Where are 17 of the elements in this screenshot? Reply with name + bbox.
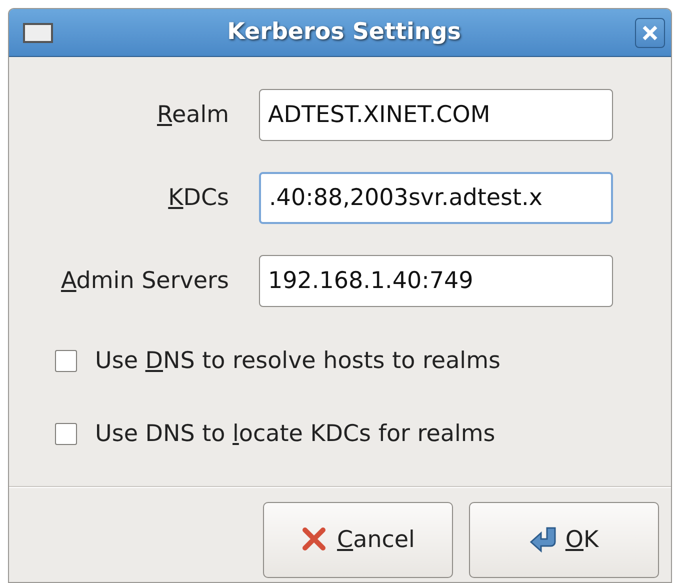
text-field[interactable]: .40:88,2003svr.adtest.x xyxy=(259,172,613,224)
field-label: KDCs xyxy=(168,184,229,213)
checkbox[interactable] xyxy=(55,423,77,445)
checkbox-label[interactable]: Use DNS to locate KDCs for realms xyxy=(95,416,496,452)
checkbox[interactable] xyxy=(55,350,77,372)
cancel-button[interactable]: Cancel xyxy=(263,502,453,578)
checkbox-label[interactable]: Use DNS to resolve hosts to realms xyxy=(95,344,500,378)
close-button[interactable] xyxy=(635,18,665,48)
text-field[interactable]: ADTEST.XINET.COM xyxy=(259,89,613,141)
ok-button[interactable]: OK xyxy=(469,502,659,578)
window-title: Kerberos Settings xyxy=(226,18,462,48)
field-label: Admin Servers xyxy=(60,266,229,296)
field-label: Realm xyxy=(157,100,229,130)
text-field[interactable]: 192.168.1.40:749 xyxy=(259,255,613,307)
return-arrow-icon xyxy=(529,526,558,554)
window-menu-icon[interactable] xyxy=(23,22,53,42)
close-icon xyxy=(641,24,659,42)
